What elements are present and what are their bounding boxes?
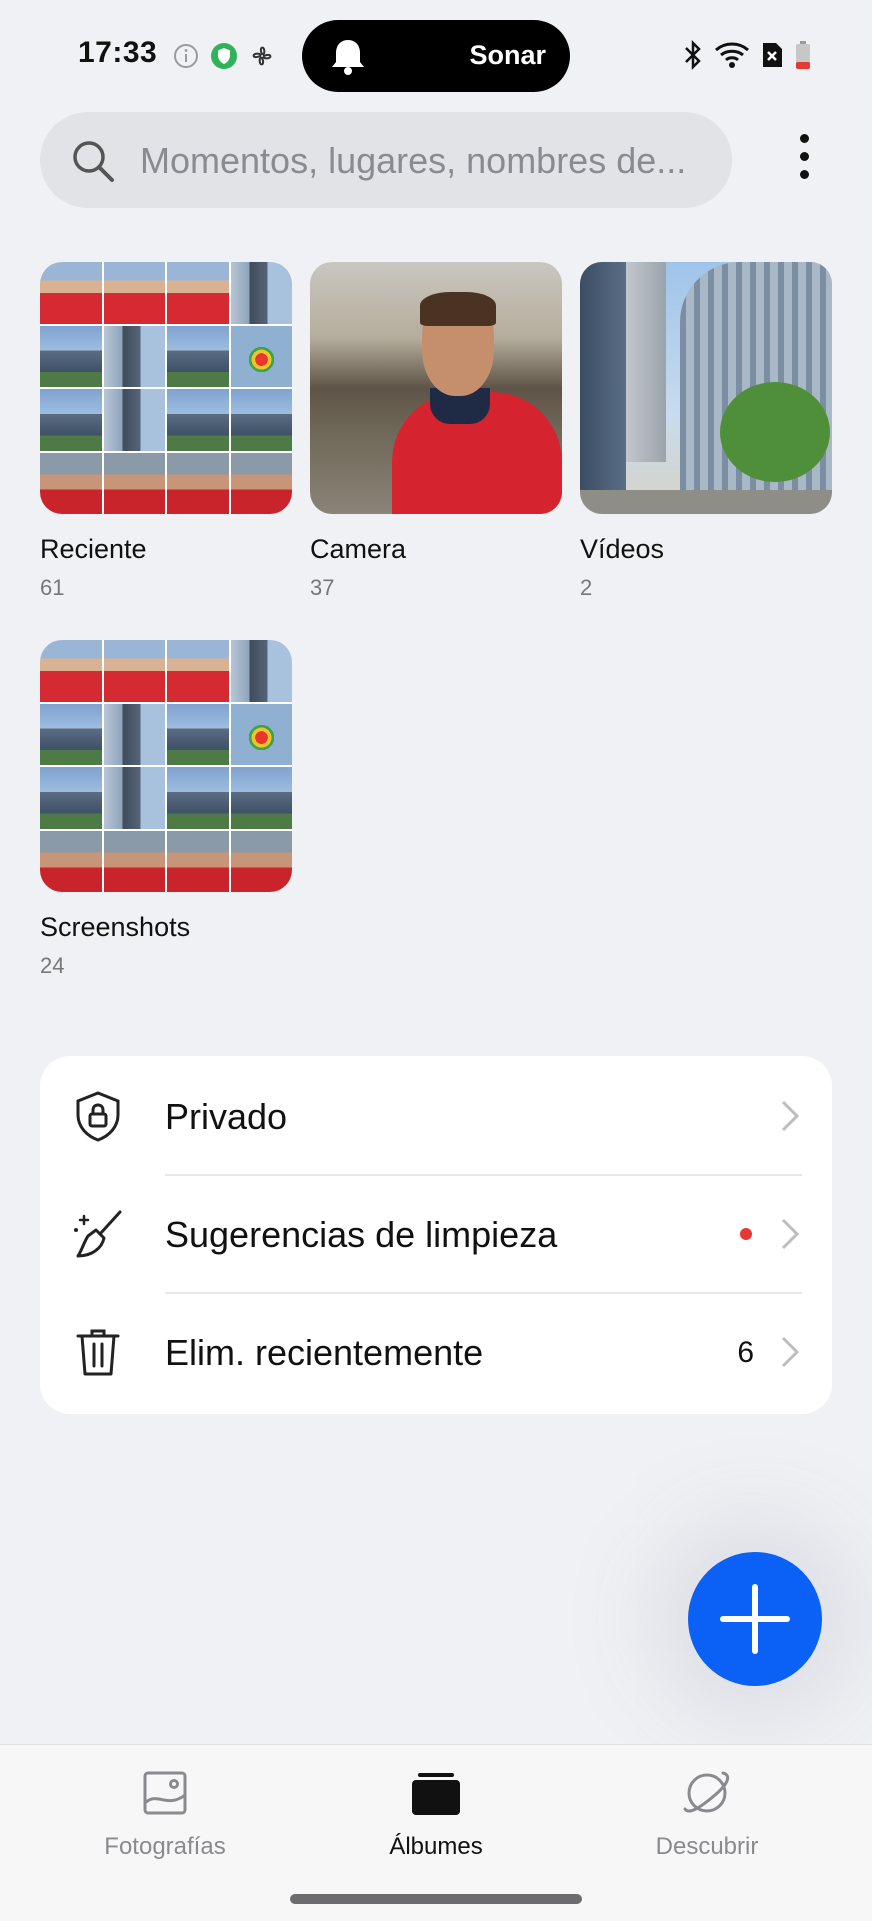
album-count: 24 — [40, 953, 65, 978]
album-thumbnail — [40, 640, 292, 892]
fan-icon — [252, 46, 272, 66]
add-album-button[interactable] — [688, 1552, 822, 1686]
chevron-right-icon — [781, 1336, 800, 1368]
status-time: 17:33 — [78, 36, 158, 69]
album-camera[interactable]: Camera 37 — [310, 262, 562, 601]
album-icon — [412, 1773, 460, 1815]
tab-label: Descubrir — [655, 1833, 759, 1860]
album-count: 61 — [40, 575, 65, 600]
tab-label: Fotografías — [104, 1833, 226, 1860]
album-screenshots[interactable]: Screenshots 24 — [40, 640, 292, 979]
search-icon — [73, 141, 114, 182]
list-item-privado[interactable]: Privado — [40, 1058, 832, 1174]
list-item-sugerencias[interactable]: Sugerencias de limpieza — [40, 1176, 832, 1292]
album-thumbnail — [40, 262, 292, 514]
battery-low-icon — [796, 41, 810, 69]
list-item-count: 6 — [737, 1336, 754, 1369]
album-reciente[interactable]: Reciente 61 — [40, 262, 292, 601]
planet-icon — [683, 1771, 730, 1813]
list-item-label: Elim. recientemente — [165, 1332, 484, 1373]
tab-fotografias[interactable]: Fotografías — [65, 1765, 265, 1861]
ring-mode-pill[interactable]: Sonar — [302, 20, 570, 92]
status-icons-right — [682, 40, 812, 70]
album-name: Vídeos — [580, 534, 665, 564]
album-thumbnail — [580, 262, 832, 514]
album-name: Reciente — [40, 534, 147, 564]
album-count: 2 — [580, 575, 593, 600]
tab-descubrir[interactable]: Descubrir — [607, 1765, 807, 1861]
wifi-icon — [715, 42, 749, 68]
tab-label: Álbumes — [389, 1833, 483, 1860]
album-count: 37 — [310, 575, 335, 600]
vpn-shield-icon — [211, 43, 237, 69]
chevron-right-icon — [781, 1100, 800, 1132]
album-thumbnail — [310, 262, 562, 514]
album-name: Camera — [310, 534, 407, 564]
info-icon — [174, 44, 198, 68]
tab-albumes[interactable]: Álbumes — [336, 1765, 536, 1861]
ring-mode-label: Sonar — [469, 40, 546, 70]
search-input[interactable]: Momentos, lugares, nombres de... — [140, 140, 720, 182]
search-bar[interactable]: Momentos, lugares, nombres de... — [40, 112, 732, 208]
private-shield-lock-icon — [76, 1091, 120, 1142]
status-icons-left — [172, 42, 276, 70]
bluetooth-icon — [685, 40, 701, 70]
home-indicator[interactable] — [290, 1894, 582, 1904]
no-sim-icon — [763, 43, 782, 67]
list-item-label: Privado — [165, 1096, 288, 1137]
photo-icon — [143, 1771, 187, 1815]
album-name: Screenshots — [40, 912, 191, 942]
chevron-right-icon — [781, 1218, 800, 1250]
list-item-eliminados[interactable]: Elim. recientemente 6 — [40, 1294, 832, 1410]
album-videos[interactable]: Vídeos 2 — [580, 262, 832, 601]
trash-icon — [76, 1329, 120, 1376]
broom-sparkle-icon — [74, 1210, 122, 1258]
notification-dot — [740, 1228, 752, 1240]
more-options-icon[interactable] — [786, 134, 822, 186]
bell-icon — [332, 40, 364, 75]
utility-albums-card: Privado Sugerencias de limpieza Elim. re… — [40, 1056, 832, 1414]
list-item-label: Sugerencias de limpieza — [165, 1214, 558, 1255]
